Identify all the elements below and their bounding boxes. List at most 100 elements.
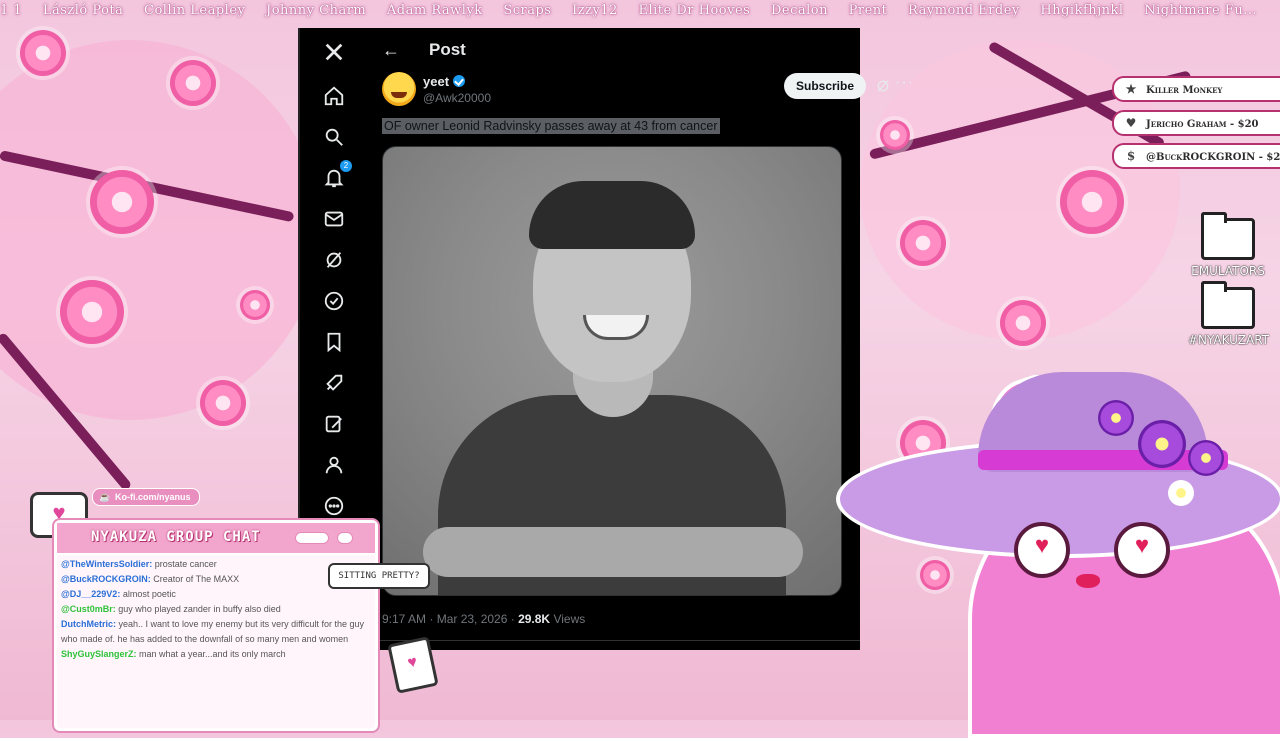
chat-user: @TheWintersSoldier: [61,559,153,569]
blossom [90,170,154,234]
chat-message: DutchMetric: yeah.. I want to love my en… [61,617,371,647]
chat-user: @BuckROCKGROIN: [61,574,151,584]
vtuber-cat-avatar [836,360,1280,738]
back-arrow-icon[interactable]: ← [382,40,400,61]
alert-text: Jericho Graham - $20 [1146,119,1259,130]
messages-icon[interactable] [322,207,346,231]
display-name-text: yeet [423,74,450,89]
chat-message: ShyGuySlangerZ: man what a year...and it… [61,647,371,662]
home-icon[interactable] [322,84,346,108]
display-name[interactable]: yeet [423,74,466,89]
x-browser-window: 2 ← Post yeet @Awk20000 Subscribe ··· OF… [298,28,913,650]
ticker-name: Collin Leapley [144,3,246,18]
tweet-timestamp[interactable]: 9:17 AM · Mar 23, 2026 · [382,612,518,626]
blossom [1000,300,1046,346]
chat-text: almost poetic [120,589,176,599]
chat-text: Creator of The MAXX [150,574,240,584]
ticker-name: Scraps [503,3,552,18]
x-logo-icon[interactable] [322,40,346,64]
alert-follower: ★ Killer Monkey [1112,76,1280,102]
chat-user: @DJ__229V2: [61,589,121,599]
verified-badge-icon [453,75,466,87]
dollar-icon: $ [1126,149,1136,163]
chat-message: @Cust0mBr: guy who played zander in buff… [61,602,371,617]
blossom [200,380,246,426]
explore-icon[interactable] [322,125,346,149]
ticker-name: László Pota [42,3,124,18]
grok-icon[interactable] [875,78,891,94]
ticker-name: Izzy12 [572,3,618,18]
ticker-name: Decalon [770,3,828,18]
user-handle[interactable]: @Awk20000 [423,91,491,105]
post-detail: ← Post yeet @Awk20000 Subscribe ··· OF o… [368,28,913,650]
chat-message: @TheWintersSoldier: prostate cancer [61,557,371,572]
folder-nyakuzart[interactable]: #NYAKUZART [1188,281,1269,347]
window-pill [295,532,329,544]
cat-eye [1014,522,1070,578]
ticker-name: Adam Rawlyk [386,3,483,18]
window-pill [337,532,353,544]
premium-icon[interactable] [322,289,346,313]
folder-label: EMULATORS [1191,264,1265,278]
folder-icon [1201,281,1255,329]
blossom [20,30,66,76]
more-icon[interactable] [322,494,346,518]
photo-hair [529,181,695,249]
blossom [900,220,946,266]
hat-flower [1098,400,1134,436]
alert-donation: ♥ Jericho Graham - $20 [1112,110,1280,136]
chat-title: NYAKUZA GROUP CHAT [91,529,261,545]
notification-badge: 2 [340,160,352,172]
views-label: Views [550,612,586,626]
ticker-name: Elite Dr Hooves [638,3,751,18]
profile-icon[interactable] [322,453,346,477]
chat-header: NYAKUZA GROUP CHAT [57,523,375,555]
subscribe-button[interactable]: Subscribe [784,73,866,99]
alert-text: Killer Monkey [1146,85,1223,96]
more-options-icon[interactable]: ··· [895,74,914,92]
ticker-name: Johnny Charm [266,3,367,18]
jobs-icon[interactable] [322,371,346,395]
divider [368,640,860,641]
cat-nose [1076,574,1100,588]
ticker-name: Prent [848,3,888,18]
chat-text: guy who played zander in buffy also died [115,604,281,614]
chat-user: DutchMetric: [61,619,117,629]
tweet-meta: 9:17 AM · Mar 23, 2026 · 29.8K Views [382,612,585,626]
folder-label: #NYAKUZART [1188,333,1269,347]
heart-icon: ♥ [1125,116,1137,130]
hat-flower [1138,420,1186,468]
avatar[interactable] [382,72,416,106]
ticker-name: Nightmare Fu... [1144,3,1258,18]
folder-icon [1201,212,1255,260]
chat-user: ShyGuySlangerZ: [61,649,137,659]
sitting-pretty-bubble: SITTING PRETTY? [328,563,430,589]
star-icon: ★ [1125,82,1137,96]
views-count: 29.8K [518,612,551,626]
blossom [170,60,216,106]
chat-text: prostate cancer [152,559,217,569]
alert-donation: $ @BuckROCKGROIN - $2 [1112,143,1280,169]
bg-blob [0,40,320,420]
chat-box: NYAKUZA GROUP CHAT @TheWintersSoldier: p… [54,520,378,731]
photo-arms [423,527,803,577]
chat-message: @BuckROCKGROIN: Creator of The MAXX [61,572,371,587]
credits-ticker: 1 1 László Pota Collin Leapley Johnny Ch… [0,0,1280,22]
chat-user: @Cust0mBr: [61,604,116,614]
compose-icon[interactable] [322,412,346,436]
page-title: Post [429,40,466,59]
cat-eye [1114,522,1170,578]
tweet-photo[interactable] [382,146,842,596]
notifications-icon[interactable]: 2 [322,160,352,190]
hat-flower [1168,480,1194,506]
blossom [880,120,910,150]
blossom [240,290,270,320]
chat-text: man what a year...and its only march [136,649,286,659]
blossom [1060,170,1124,234]
kofi-link[interactable]: Ko-fi.com/nyanus [92,488,200,506]
folder-emulators[interactable]: EMULATORS [1188,212,1268,278]
bookmarks-icon[interactable] [322,330,346,354]
tweet-text: OF owner Leonid Radvinsky passes away at… [382,118,720,134]
blossom [60,280,124,344]
grok-icon[interactable] [322,248,346,272]
